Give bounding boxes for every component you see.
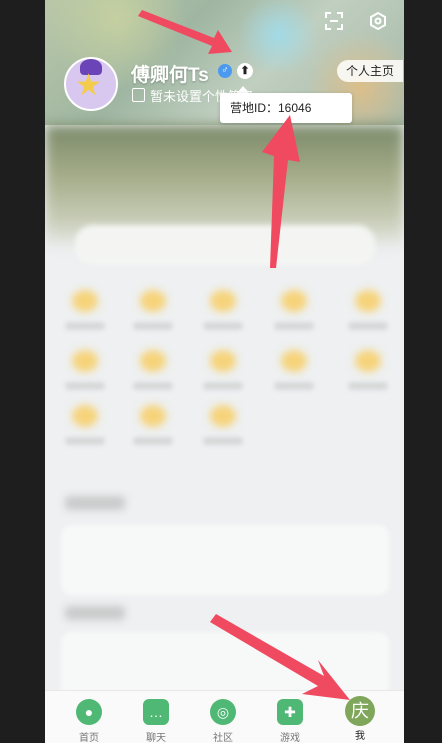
nav-item-game[interactable]: ✚ 游戏 xyxy=(260,691,320,743)
me-icon: 庆 xyxy=(345,696,375,726)
blurred-section-title xyxy=(65,496,125,510)
settings-icon[interactable] xyxy=(367,11,389,34)
blurred-card xyxy=(75,225,375,265)
app-screen: ★ 傅卿何Ts ♂ ⬆ 暂未设置个性签名 个人主页 营地ID：16046 ● 首… xyxy=(45,0,404,743)
scan-icon[interactable] xyxy=(323,12,345,34)
homepage-button[interactable]: 个人主页 xyxy=(337,60,403,82)
male-icon: ♂ xyxy=(218,64,232,78)
tooltip-pointer xyxy=(237,86,249,93)
avatar-star-icon: ★ xyxy=(75,69,102,102)
avatar[interactable]: ★ xyxy=(64,57,118,111)
game-icon: ✚ xyxy=(277,699,303,725)
nav-item-community[interactable]: ◎ 社区 xyxy=(193,691,253,743)
nav-item-me[interactable]: 庆 我 xyxy=(330,691,390,743)
community-icon: ◎ xyxy=(210,699,236,725)
bottom-nav: ● 首页 … 聊天 ◎ 社区 ✚ 游戏 庆 我 xyxy=(45,690,404,743)
blurred-section-title xyxy=(65,606,125,620)
home-icon: ● xyxy=(76,699,102,725)
nav-item-chat[interactable]: … 聊天 xyxy=(126,691,186,743)
badge-icon[interactable]: ⬆ xyxy=(237,63,253,79)
nav-item-home[interactable]: ● 首页 xyxy=(59,691,119,743)
chat-icon: … xyxy=(143,699,169,725)
username: 傅卿何Ts xyxy=(131,65,209,86)
camp-id-tooltip: 营地ID：16046 xyxy=(220,93,352,123)
bio-icon xyxy=(132,88,145,102)
blurred-section-card xyxy=(61,525,389,595)
